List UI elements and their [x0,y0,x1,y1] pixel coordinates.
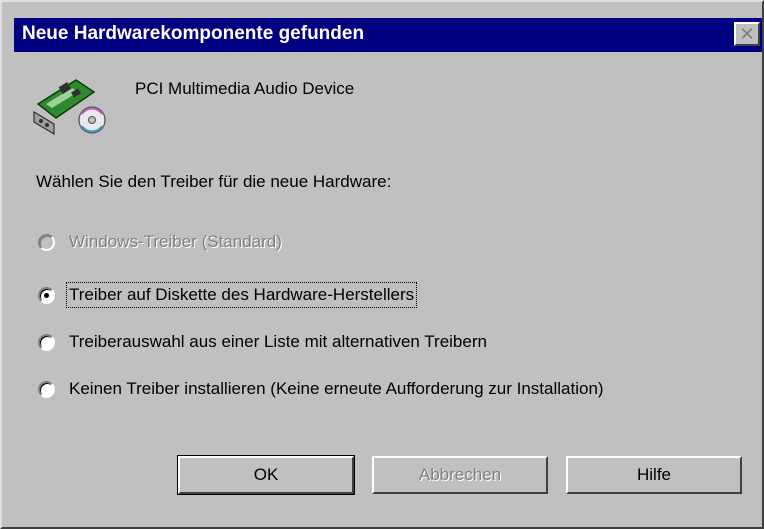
option-vendor-disk-label: Treiber auf Diskette des Hardware-Herste… [65,282,418,308]
radio-driver-list[interactable] [38,333,55,351]
option-vendor-disk[interactable]: Treiber auf Diskette des Hardware-Herste… [38,282,418,308]
radio-no-driver[interactable] [38,380,55,398]
option-windows-driver[interactable]: Windows-Treiber (Standard) [38,232,282,252]
option-driver-list[interactable]: Treiberauswahl aus einer Liste mit alter… [38,332,487,352]
ok-button[interactable]: OK [177,455,355,495]
close-button[interactable]: ✕ [734,22,760,46]
cancel-button[interactable]: Abbrechen [372,456,548,494]
close-icon: ✕ [739,24,755,44]
radio-windows-driver[interactable] [38,233,55,251]
option-windows-driver-label: Windows-Treiber (Standard) [69,232,282,251]
driver-prompt: Wählen Sie den Treiber für die neue Hard… [36,172,392,191]
option-no-driver-label: Keinen Treiber installieren (Keine erneu… [69,379,604,398]
help-button[interactable]: Hilfe [566,456,742,494]
dialog-window: Neue Hardwarekomponente gefunden ✕ PCI M… [0,0,764,529]
hardware-card-icon [33,79,106,136]
title-bar[interactable]: Neue Hardwarekomponente gefunden ✕ [14,18,762,52]
radio-vendor-disk[interactable] [38,286,55,304]
option-no-driver[interactable]: Keinen Treiber installieren (Keine erneu… [38,379,604,399]
dialog-title: Neue Hardwarekomponente gefunden [22,23,365,44]
option-driver-list-label: Treiberauswahl aus einer Liste mit alter… [69,332,487,351]
device-name: PCI Multimedia Audio Device [135,79,355,98]
